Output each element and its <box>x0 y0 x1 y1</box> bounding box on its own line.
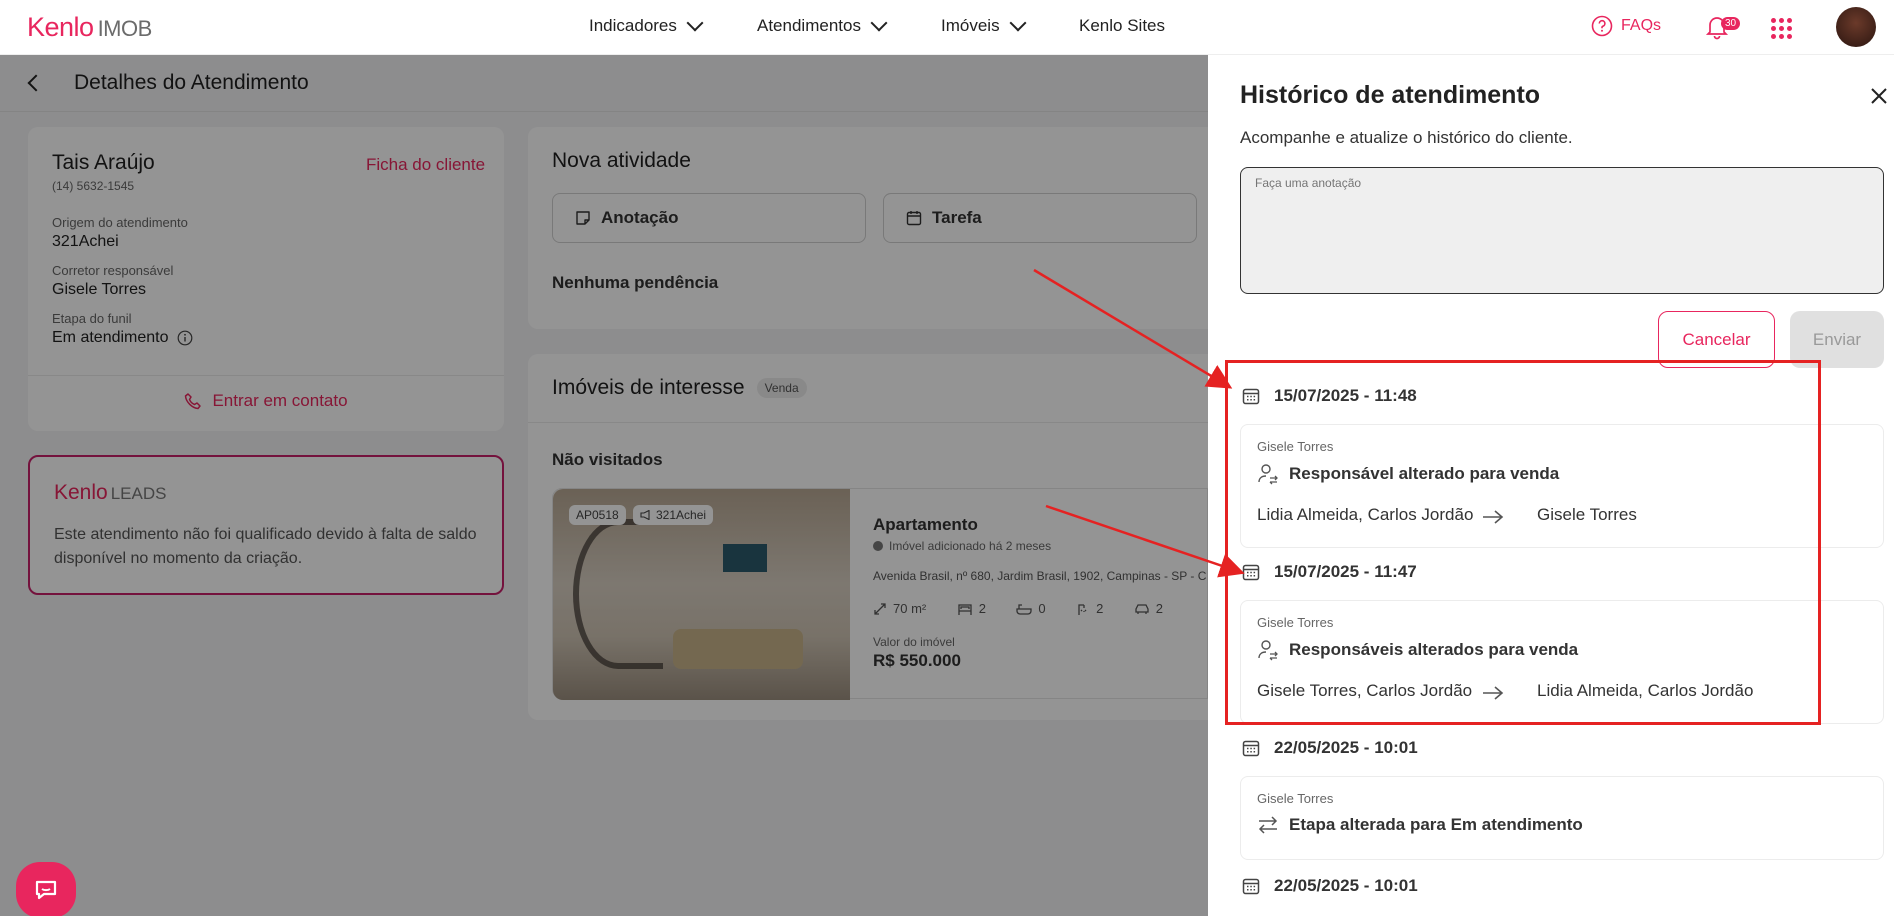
nav-label: Imóveis <box>941 16 1000 35</box>
chat-bubble-icon <box>35 880 57 900</box>
entry-author: Gisele Torres <box>1257 791 1334 806</box>
calendar-icon <box>1242 740 1260 757</box>
annotation-highlight-box <box>1225 360 1821 725</box>
apps-grid-icon[interactable] <box>1771 18 1792 39</box>
history-date-text: 22/05/2025 - 10:01 <box>1274 876 1418 895</box>
history-title: Histórico de atendimento <box>1240 81 1541 109</box>
chevron-down-icon <box>870 14 888 32</box>
history-entry: Gisele Torres Etapa alterada para Em ate… <box>1240 776 1884 860</box>
entry-action: Etapa alterada para Em atendimento <box>1257 815 1583 835</box>
nav-indicadores[interactable]: Indicadores <box>589 14 704 36</box>
kenlo-imob-logo[interactable]: Kenlo IMOB <box>27 12 152 43</box>
faqs-label: FAQs <box>1621 17 1662 34</box>
nav-imoveis[interactable]: Imóveis <box>941 14 1027 36</box>
logo-main: Kenlo <box>27 12 94 42</box>
entry-action-text: Etapa alterada para Em atendimento <box>1289 815 1583 834</box>
nav-kenlo-sites[interactable]: Kenlo Sites <box>1079 16 1165 36</box>
calendar-icon <box>1242 878 1260 895</box>
nav-label: Atendimentos <box>757 16 861 35</box>
chevron-down-icon <box>686 14 704 32</box>
notification-count-badge: 30 <box>1721 17 1741 30</box>
help-circle-icon <box>1591 15 1613 37</box>
logo-sub: IMOB <box>97 16 153 41</box>
modal-backdrop[interactable] <box>0 55 1208 916</box>
top-bar: Kenlo IMOB Indicadores Atendimentos Imóve… <box>0 0 1894 55</box>
history-date-text: 22/05/2025 - 10:01 <box>1274 738 1418 757</box>
nav-label: Kenlo Sites <box>1079 16 1165 35</box>
user-avatar[interactable] <box>1836 7 1876 47</box>
history-date: 22/05/2025 - 10:01 <box>1242 876 1418 896</box>
nav-atendimentos[interactable]: Atendimentos <box>757 14 888 36</box>
close-icon[interactable] <box>1868 85 1890 107</box>
nav-label: Indicadores <box>589 16 677 35</box>
swap-arrows-icon <box>1258 816 1278 834</box>
faqs-link[interactable]: FAQs <box>1591 15 1661 37</box>
chat-button[interactable] <box>16 862 76 916</box>
history-subtitle: Acompanhe e atualize o histórico do clie… <box>1240 128 1573 147</box>
history-date: 22/05/2025 - 10:01 <box>1242 738 1418 758</box>
annotation-input[interactable] <box>1240 167 1884 294</box>
chevron-down-icon <box>1009 14 1027 32</box>
